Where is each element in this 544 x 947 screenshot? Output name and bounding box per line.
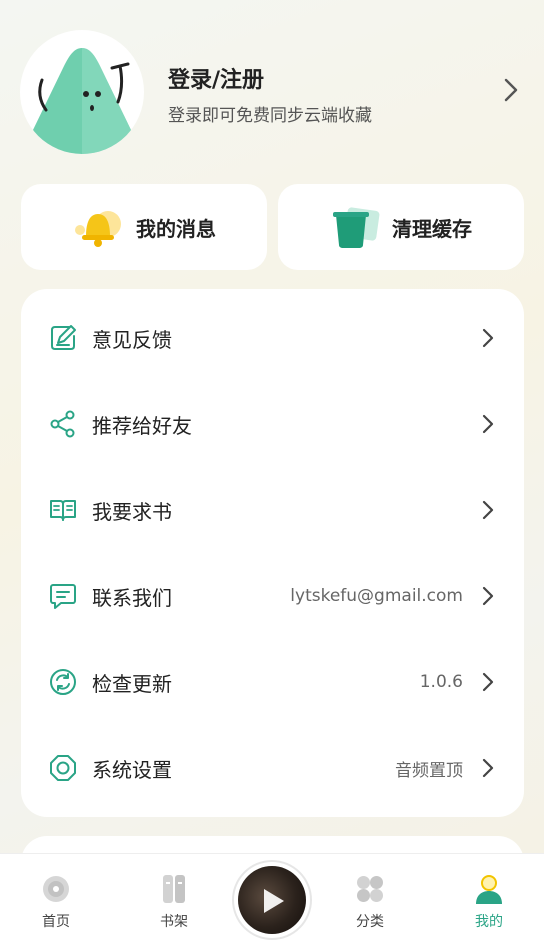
edit-icon [51, 325, 76, 350]
grid-icon [357, 876, 383, 902]
nav-mine[interactable]: 我的 [449, 854, 529, 947]
menu-item-feedback[interactable]: 意见反馈 [21, 295, 524, 381]
bell-icon [75, 211, 121, 247]
message-icon [50, 584, 76, 609]
menu-label: 我要求书 [92, 499, 172, 524]
menu-item-contact[interactable]: 联系我们 lytskefu@gmail.com [21, 553, 524, 639]
share-icon [50, 410, 75, 438]
refresh-icon [50, 669, 76, 695]
nav-home[interactable]: 首页 [16, 854, 96, 947]
contact-email: lytskefu@gmail.com [290, 586, 463, 606]
menu-item-request-book[interactable]: 我要求书 [21, 467, 524, 553]
settings-value: 音频置顶 [395, 760, 463, 781]
user-icon [476, 875, 502, 904]
chevron-right-icon [482, 328, 494, 348]
menu-list: 意见反馈 推荐给好友 我要求书 联系我们 lytskefu@gmail.com … [21, 289, 524, 817]
chevron-right-icon [482, 500, 494, 520]
nav-label: 我的 [475, 914, 503, 930]
my-messages-label: 我的消息 [136, 216, 216, 241]
trash-icon [333, 207, 380, 248]
profile-header[interactable]: 登录/注册 登录即可免费同步云端收藏 [20, 30, 524, 154]
now-playing-button[interactable] [234, 862, 310, 938]
disc-icon [43, 876, 69, 902]
album-cover [238, 866, 306, 934]
play-icon [264, 889, 284, 913]
mascot-avatar-icon [30, 48, 134, 154]
nav-label: 书架 [160, 914, 188, 930]
menu-item-share[interactable]: 推荐给好友 [21, 381, 524, 467]
clear-cache-label: 清理缓存 [392, 216, 472, 241]
menu-label: 推荐给好友 [92, 413, 192, 438]
menu-label: 系统设置 [92, 757, 172, 782]
app-version: 1.0.6 [419, 672, 463, 692]
my-messages-button[interactable]: 我的消息 [21, 184, 267, 270]
nav-label: 首页 [42, 914, 70, 930]
nav-category[interactable]: 分类 [330, 854, 410, 947]
chevron-right-icon[interactable] [504, 78, 518, 102]
chevron-right-icon [482, 672, 494, 692]
menu-item-check-update[interactable]: 检查更新 1.0.6 [21, 639, 524, 725]
chevron-right-icon [482, 758, 494, 778]
menu-label: 联系我们 [92, 585, 172, 610]
bookshelf-icon [163, 875, 185, 903]
login-subtitle: 登录即可免费同步云端收藏 [168, 106, 372, 126]
book-icon [50, 500, 76, 521]
settings-icon [50, 755, 76, 781]
menu-item-settings[interactable]: 系统设置 音频置顶 [21, 725, 524, 811]
clear-cache-button[interactable]: 清理缓存 [278, 184, 524, 270]
menu-label: 检查更新 [92, 671, 172, 696]
chevron-right-icon [482, 586, 494, 606]
menu-label: 意见反馈 [92, 327, 172, 352]
avatar[interactable] [20, 30, 144, 154]
login-register-title[interactable]: 登录/注册 [168, 62, 264, 94]
chevron-right-icon [482, 414, 494, 434]
nav-bookshelf[interactable]: 书架 [134, 854, 214, 947]
nav-label: 分类 [356, 914, 384, 930]
